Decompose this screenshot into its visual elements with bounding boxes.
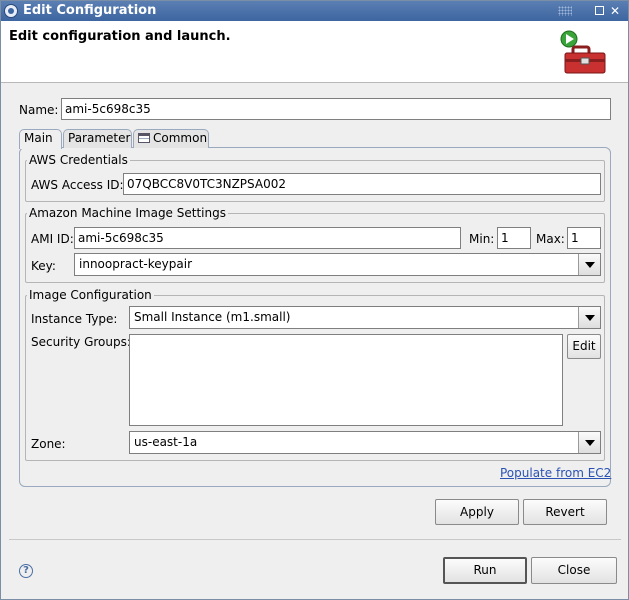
header-heading: Edit configuration and launch. xyxy=(9,29,231,44)
apply-button[interactable]: Apply xyxy=(435,499,519,525)
name-input[interactable]: ami-5c698c35 xyxy=(61,98,611,120)
revert-button[interactable]: Revert xyxy=(523,499,607,525)
edit-security-groups-button[interactable]: Edit xyxy=(567,334,601,359)
window-title: Edit Configuration xyxy=(23,3,157,18)
tab-common-label: Common xyxy=(153,131,208,145)
ami-id-input[interactable]: ami-5c698c35 xyxy=(74,227,461,249)
help-icon[interactable]: ? xyxy=(19,564,33,578)
common-tab-icon xyxy=(138,133,150,143)
key-label: Key: xyxy=(31,259,56,273)
security-groups-label: Security Groups: xyxy=(31,335,131,349)
chevron-down-icon[interactable] xyxy=(578,432,600,453)
aws-access-id-input[interactable]: 07QBCC8V0TC3NZPSA002 xyxy=(123,173,601,195)
close-button[interactable]: Close xyxy=(531,557,617,584)
titlebar-grip-icon xyxy=(558,6,572,16)
zone-dropdown[interactable]: us-east-1a xyxy=(129,431,601,454)
zone-label: Zone: xyxy=(31,437,66,451)
tab-parameter[interactable]: Parameter xyxy=(63,129,132,148)
eclipse-app-icon xyxy=(4,4,18,18)
chevron-down-icon[interactable] xyxy=(578,254,600,275)
footer-separator xyxy=(9,539,621,540)
title-bar[interactable]: Edit Configuration ✕ xyxy=(1,1,628,21)
edit-configuration-dialog: Edit Configuration ✕ Edit configuration … xyxy=(0,0,629,600)
min-input[interactable]: 1 xyxy=(497,227,531,249)
run-button[interactable]: Run xyxy=(443,557,527,584)
security-groups-list[interactable] xyxy=(129,334,563,426)
instance-type-label: Instance Type: xyxy=(31,312,118,326)
key-dropdown[interactable]: innoopract-keypair xyxy=(74,253,601,276)
ami-settings-title: Amazon Machine Image Settings xyxy=(27,206,228,220)
aws-access-id-label: AWS Access ID: xyxy=(31,178,124,192)
instance-type-dropdown[interactable]: Small Instance (m1.small) xyxy=(129,306,601,329)
dialog-header: Edit configuration and launch. xyxy=(1,21,628,83)
restore-button[interactable] xyxy=(592,4,606,18)
tab-common[interactable]: Common xyxy=(133,129,209,148)
max-label: Max: xyxy=(536,232,565,246)
tab-main[interactable]: Main xyxy=(19,129,62,149)
max-input[interactable]: 1 xyxy=(567,227,601,249)
restore-icon xyxy=(594,6,604,15)
toolbox-run-icon xyxy=(560,30,606,74)
instance-type-value: Small Instance (m1.small) xyxy=(134,310,291,324)
ami-id-label: AMI ID: xyxy=(31,232,74,246)
min-label: Min: xyxy=(469,232,495,246)
close-window-button[interactable]: ✕ xyxy=(608,4,622,18)
name-label: Name: xyxy=(19,103,59,117)
populate-from-ec2-link[interactable]: Populate from EC2 xyxy=(500,466,611,480)
chevron-down-icon[interactable] xyxy=(578,307,600,328)
image-config-title: Image Configuration xyxy=(27,288,154,302)
key-dropdown-value: innoopract-keypair xyxy=(79,257,193,271)
aws-credentials-title: AWS Credentials xyxy=(27,153,130,167)
zone-dropdown-value: us-east-1a xyxy=(134,435,198,449)
